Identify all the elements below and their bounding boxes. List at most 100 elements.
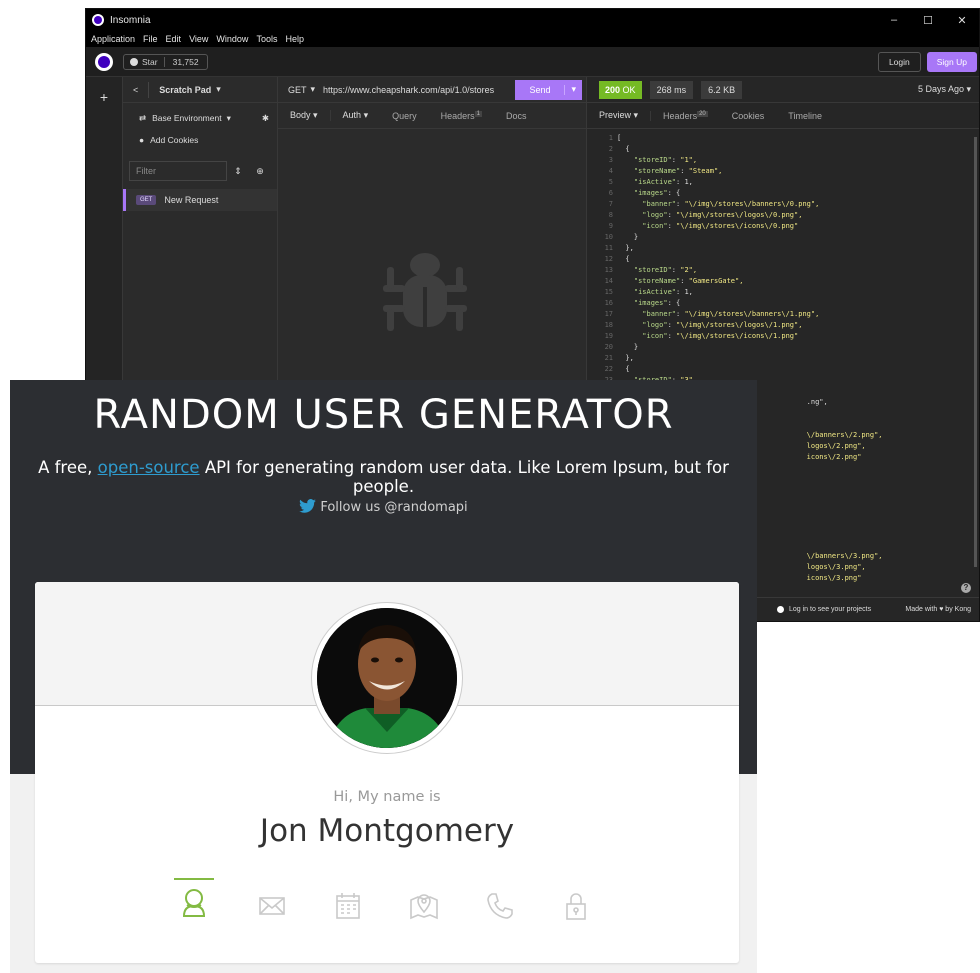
map-icon[interactable] — [408, 890, 440, 922]
user-card: Hi, My name is Jon Montgomery — [35, 582, 739, 963]
gear-icon[interactable]: ✱ — [262, 113, 269, 124]
code-line: 2 { — [608, 145, 630, 153]
request-item[interactable]: GET New Request — [123, 189, 277, 211]
github-star-label: Star — [142, 56, 158, 67]
login-projects-link[interactable]: Log in to see your projects — [777, 606, 871, 613]
method-select[interactable]: GET — [288, 85, 307, 95]
menu-help[interactable]: Help — [285, 34, 304, 44]
help-icon[interactable]: ? — [961, 583, 971, 593]
made-with-kong: Made with ♥ by Kong — [905, 606, 971, 613]
scrollbar[interactable] — [974, 137, 977, 567]
open-source-link[interactable]: open-source — [98, 458, 200, 477]
insomnia-logo-icon[interactable] — [95, 52, 113, 71]
code-line: 11 }, — [604, 244, 634, 252]
detail-icons — [174, 878, 614, 928]
maximize-button[interactable]: ☐ — [911, 14, 945, 27]
sort-icon[interactable]: ⇕ — [227, 166, 249, 177]
url-input[interactable]: https://www.cheapshark.com/api/1.0/store… — [323, 85, 494, 95]
send-label: Send — [515, 84, 566, 95]
user-photo — [317, 608, 457, 748]
code-line: 10 } — [604, 233, 639, 241]
twitter-follow-link[interactable]: Follow us @randomapi — [10, 499, 757, 515]
add-cookies-button[interactable]: ● Add Cookies — [123, 129, 277, 151]
chevron-down-icon[interactable]: ▾ — [311, 84, 316, 95]
window-controls: – ☐ ✕ — [877, 14, 979, 27]
response-headers-count: 20 — [697, 110, 708, 117]
tab-query[interactable]: Query — [380, 111, 429, 121]
code-line: 14 "storeName": "GamersGate", — [604, 277, 744, 285]
workspace-name[interactable]: Scratch Pad — [159, 85, 211, 95]
code-line: 22 { — [604, 365, 630, 373]
url-bar: GET ▾ https://www.cheapshark.com/api/1.0… — [278, 77, 586, 103]
tab-response-headers[interactable]: Headers 20 — [650, 110, 720, 121]
add-request-icon[interactable]: ⊕ — [249, 166, 271, 177]
tab-timeline[interactable]: Timeline — [776, 111, 834, 121]
menu-view[interactable]: View — [189, 34, 208, 44]
tab-auth[interactable]: Auth ▾ — [329, 110, 381, 121]
response-size: 6.2 KB — [701, 80, 743, 99]
code-line: 6 "images": { — [608, 189, 681, 197]
bug-icon — [383, 253, 467, 331]
menu-file[interactable]: File — [143, 34, 158, 44]
twitter-icon — [299, 499, 317, 513]
chevron-down-icon[interactable]: ▾ — [216, 84, 221, 95]
calendar-icon[interactable] — [332, 890, 364, 922]
avatar — [311, 602, 463, 754]
request-tabs: Body ▾ Auth ▾ Query Headers 1 Docs — [278, 103, 586, 129]
title-bar: Insomnia – ☐ ✕ — [86, 9, 979, 31]
filter-row: Filter ⇕ ⊕ — [129, 161, 271, 181]
tab-cookies[interactable]: Cookies — [720, 111, 777, 121]
close-button[interactable]: ✕ — [945, 14, 979, 27]
menu-application[interactable]: Application — [91, 34, 135, 44]
top-bar: Star 31,752 Login Sign Up — [86, 47, 979, 77]
user-icon — [777, 606, 784, 613]
status-badge: 200 OK — [599, 80, 642, 99]
login-button[interactable]: Login — [877, 51, 921, 72]
lock-icon[interactable] — [560, 890, 592, 922]
menu-tools[interactable]: Tools — [256, 34, 277, 44]
tab-headers[interactable]: Headers 1 — [429, 110, 494, 121]
user-icon[interactable] — [174, 878, 214, 922]
tab-body[interactable]: Body ▾ — [278, 110, 330, 121]
tab-docs[interactable]: Docs — [494, 111, 539, 121]
code-line: 20 } — [604, 343, 639, 351]
github-star-button[interactable]: Star 31,752 — [123, 53, 208, 70]
phone-icon[interactable] — [484, 890, 516, 922]
response-tabs: Preview ▾ Headers 20 Cookies Timeline — [587, 103, 979, 129]
request-name: New Request — [164, 195, 219, 205]
back-icon[interactable]: < — [133, 85, 138, 95]
code-line: 16 "images": { — [604, 299, 681, 307]
code-line: 3 "storeID": "1", — [608, 156, 698, 164]
code-line: 8 "logo": "\/img\/stores\/logos\/0.png", — [608, 211, 803, 219]
code-line: 1[ — [608, 134, 622, 142]
add-icon[interactable]: + — [86, 89, 122, 105]
headers-count: 1 — [474, 110, 482, 117]
environment-selector[interactable]: ⇄ Base Environment ▾ ✱ — [123, 107, 277, 129]
menu-edit[interactable]: Edit — [166, 34, 182, 44]
mail-icon[interactable] — [256, 890, 288, 922]
window-title: Insomnia — [110, 14, 151, 26]
chevron-down-icon[interactable]: ▾ — [565, 84, 582, 95]
code-line: 7 "banner": "\/img\/stores\/banners\/0.p… — [608, 200, 820, 208]
signup-button[interactable]: Sign Up — [926, 51, 977, 72]
code-line: 19 "icon": "\/img\/stores\/icons\/1.png" — [604, 332, 799, 340]
code-line: 17 "banner": "\/img\/stores\/banners\/1.… — [604, 310, 820, 318]
github-icon — [130, 57, 138, 66]
code-line: 21 }, — [604, 354, 634, 362]
add-cookies-label: Add Cookies — [150, 135, 199, 145]
send-button[interactable]: Send ▾ — [515, 79, 582, 100]
github-star-count: 31,752 — [172, 56, 199, 67]
menu-window[interactable]: Window — [216, 34, 248, 44]
tab-preview[interactable]: Preview ▾ — [587, 110, 650, 121]
minimize-button[interactable]: – — [877, 14, 911, 27]
insomnia-logo-icon — [92, 14, 104, 26]
filter-input[interactable]: Filter — [129, 161, 227, 181]
code-line: 4 "storeName": "Steam", — [608, 167, 723, 175]
response-age[interactable]: 5 Days Ago ▾ — [918, 84, 971, 95]
code-line: 18 "logo": "\/img\/stores\/logos\/1.png"… — [604, 321, 803, 329]
code-line: 5 "isActive": 1, — [608, 178, 693, 186]
chevron-down-icon: ▾ — [226, 112, 231, 123]
workspace-header: < Scratch Pad ▾ — [123, 77, 277, 103]
page-title: RANDOM USER GENERATOR — [93, 392, 674, 438]
random-user-generator-page: RANDOM USER GENERATOR A free, open-sourc… — [10, 380, 757, 973]
